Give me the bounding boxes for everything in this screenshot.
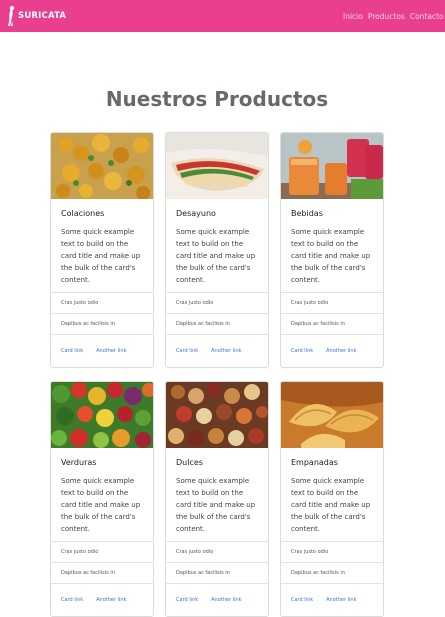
nav-links: Inicio Productos Contacto — [343, 12, 445, 21]
list-item: Cras justo odio — [281, 292, 383, 313]
product-card-desayuno: Desayuno Some quick example text to buil… — [165, 132, 269, 368]
product-image-desayuno — [166, 133, 268, 199]
list-item: Dapibus ac facilisis in — [166, 313, 268, 334]
card-text: Some quick example text to build on the … — [61, 228, 141, 284]
card-link[interactable]: Card link — [176, 597, 198, 616]
product-image-colaciones — [51, 133, 153, 199]
product-card-bebidas: Bebidas Some quick example text to build… — [280, 132, 384, 368]
card-title: Colaciones — [61, 209, 105, 218]
product-card-dulces: Dulces Some quick example text to build … — [165, 381, 269, 617]
product-card-colaciones: Colaciones Some quick example text to bu… — [50, 132, 154, 368]
list-item: Cras justo odio — [166, 541, 268, 562]
list-item: Dapibus ac facilisis in — [51, 313, 153, 334]
card-link[interactable]: Card link — [291, 597, 313, 616]
navbar: SURICATA Inicio Productos Contacto — [0, 0, 445, 32]
list-item: Cras justo odio — [281, 541, 383, 562]
card-link[interactable]: Card link — [61, 597, 83, 616]
another-link[interactable]: Another link — [326, 348, 356, 367]
card-title: Bebidas — [291, 209, 323, 218]
list-item: Cras justo odio — [51, 541, 153, 562]
product-card-empanadas: Empanadas Some quick example text to bui… — [280, 381, 384, 617]
card-link[interactable]: Card link — [61, 348, 83, 367]
card-link[interactable]: Card link — [291, 348, 313, 367]
card-link[interactable]: Card link — [176, 348, 198, 367]
card-text: Some quick example text to build on the … — [291, 228, 371, 284]
list-item: Dapibus ac facilisis in — [166, 562, 268, 583]
another-link[interactable]: Another link — [96, 597, 126, 616]
card-text: Some quick example text to build on the … — [176, 477, 256, 533]
nav-link-inicio[interactable]: Inicio — [343, 12, 363, 21]
card-title: Dulces — [176, 458, 203, 467]
another-link[interactable]: Another link — [326, 597, 356, 616]
card-text: Some quick example text to build on the … — [291, 477, 371, 533]
card-text: Some quick example text to build on the … — [61, 477, 141, 533]
product-image-dulces — [166, 382, 268, 448]
product-card-verduras: Verduras Some quick example text to buil… — [50, 381, 154, 617]
page-title: Nuestros Productos — [105, 87, 329, 111]
meerkat-icon — [8, 6, 15, 26]
product-image-empanadas — [281, 382, 383, 448]
brand-logo[interactable]: SURICATA — [6, 5, 66, 27]
another-link[interactable]: Another link — [211, 597, 241, 616]
list-item: Dapibus ac facilisis in — [51, 562, 153, 583]
card-title: Desayuno — [176, 209, 216, 218]
list-item: Cras justo odio — [51, 292, 153, 313]
nav-link-productos[interactable]: Productos — [368, 12, 405, 21]
brand-name: SURICATA — [18, 11, 67, 21]
product-image-bebidas — [281, 133, 383, 199]
card-title: Verduras — [61, 458, 97, 467]
product-image-verduras — [51, 382, 153, 448]
list-item: Cras justo odio — [166, 292, 268, 313]
nav-link-contacto[interactable]: Contacto — [410, 12, 444, 21]
another-link[interactable]: Another link — [96, 348, 126, 367]
another-link[interactable]: Another link — [211, 348, 241, 367]
list-item: Dapibus ac facilisis in — [281, 313, 383, 334]
card-title: Empanadas — [291, 458, 338, 467]
card-text: Some quick example text to build on the … — [176, 228, 256, 284]
list-item: Dapibus ac facilisis in — [281, 562, 383, 583]
